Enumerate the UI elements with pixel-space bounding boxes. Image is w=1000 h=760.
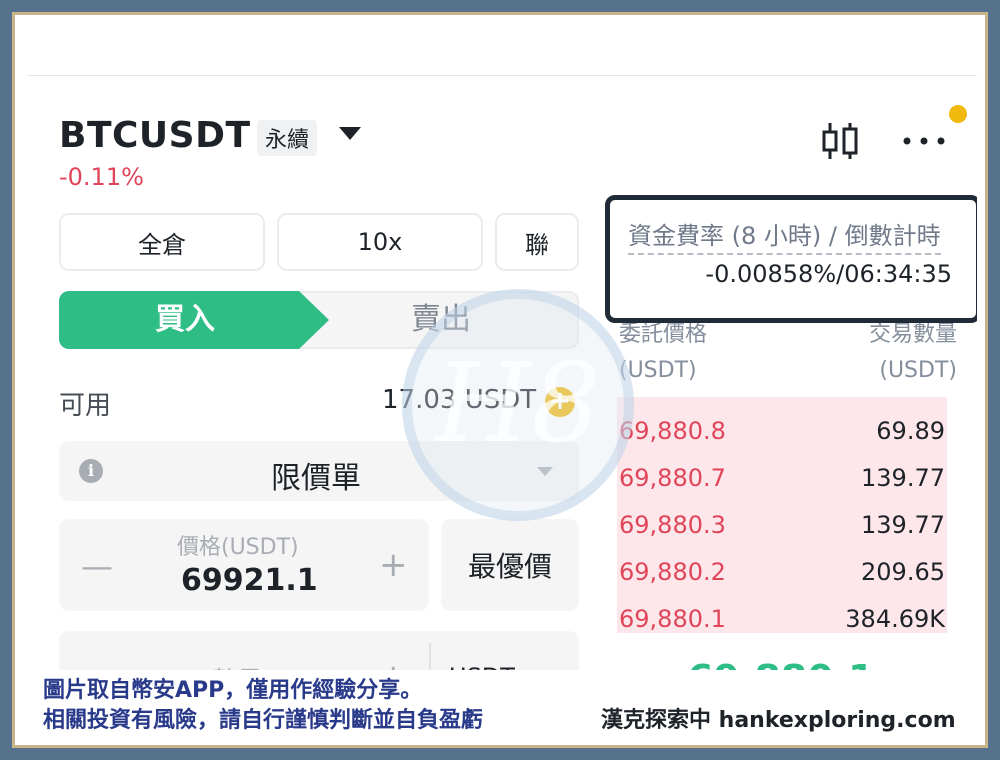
orderbook-price-header: 委託價格 (USDT) bbox=[619, 317, 707, 389]
more-icon[interactable] bbox=[899, 131, 949, 151]
margin-mode-button[interactable]: 全倉 bbox=[59, 213, 265, 271]
top-divider bbox=[27, 75, 977, 76]
caption-disclaimer-1: 圖片取自幣安APP，僅用作經驗分享。 bbox=[43, 678, 423, 703]
ask-price: 69,880.2 bbox=[619, 558, 726, 586]
caption-brand: 漢克探索中 hankexploring.com bbox=[601, 708, 956, 733]
chevron-down-icon[interactable] bbox=[339, 127, 361, 140]
ask-price: 69,880.8 bbox=[619, 417, 726, 445]
ask-qty: 139.77 bbox=[861, 464, 945, 492]
ask-row[interactable]: 69,880.8 69.89 bbox=[617, 409, 947, 453]
ask-qty: 209.65 bbox=[861, 558, 945, 586]
orderbook-qty-unit: (USDT) bbox=[879, 358, 957, 383]
plus-icon[interactable]: + bbox=[379, 545, 408, 585]
notification-dot bbox=[949, 105, 967, 123]
watermark-logo: H8 bbox=[402, 289, 634, 521]
leverage-button[interactable]: 10x bbox=[277, 213, 483, 271]
ask-row[interactable]: 69,880.1 384.69K bbox=[617, 597, 947, 641]
orderbook-qty-header: 交易數量 (USDT) bbox=[817, 317, 957, 389]
info-icon[interactable]: i bbox=[79, 459, 103, 483]
ask-qty: 139.77 bbox=[861, 511, 945, 539]
ask-row[interactable]: 69,880.7 139.77 bbox=[617, 456, 947, 500]
symbol-title[interactable]: BTCUSDT bbox=[59, 115, 251, 156]
watermark-text: H8 bbox=[435, 339, 601, 467]
ask-qty: 69.89 bbox=[876, 417, 945, 445]
candlestick-icon[interactable] bbox=[820, 121, 860, 161]
price-change: -0.11% bbox=[59, 163, 144, 191]
buy-tab-label: 買入 bbox=[155, 302, 215, 337]
funding-rate-label[interactable]: 資金費率 (8 小時) / 倒數計時 bbox=[628, 216, 941, 255]
price-input-label: 價格(USDT) bbox=[177, 535, 299, 560]
buy-tab[interactable]: 買入 bbox=[59, 291, 329, 349]
app-screen: BTCUSDT 永續 -0.11% 全倉 10x 聯 賣出 買入 可用 17.0… bbox=[27, 27, 977, 737]
price-input-value[interactable]: 69921.1 bbox=[181, 563, 318, 598]
order-type-value: 限價單 bbox=[271, 461, 361, 496]
caption-disclaimer-2: 相關投資有風險，請自行謹慎判斷並自負盈虧 bbox=[43, 708, 484, 733]
caption-bar: 圖片取自幣安APP，僅用作經驗分享。 相關投資有風險，請自行謹慎判斷並自負盈虧 … bbox=[15, 670, 985, 736]
funding-rate-panel: 資金費率 (8 小時) / 倒數計時 -0.00858%/06:34:35 bbox=[605, 195, 977, 323]
ask-price: 69,880.7 bbox=[619, 464, 726, 492]
best-price-button[interactable]: 最優價 bbox=[441, 519, 579, 611]
available-label: 可用 bbox=[59, 391, 112, 421]
ask-row[interactable]: 69,880.3 139.77 bbox=[617, 503, 947, 547]
photo-frame: BTCUSDT 永續 -0.11% 全倉 10x 聯 賣出 買入 可用 17.0… bbox=[12, 12, 988, 748]
contract-type-badge: 永續 bbox=[257, 120, 318, 156]
minus-icon[interactable]: — bbox=[81, 547, 113, 585]
ask-price: 69,880.1 bbox=[619, 605, 726, 633]
ask-qty: 384.69K bbox=[845, 605, 945, 633]
ask-row[interactable]: 69,880.2 209.65 bbox=[617, 550, 947, 594]
ask-price: 69,880.3 bbox=[619, 511, 726, 539]
position-mode-button[interactable]: 聯 bbox=[495, 213, 579, 271]
price-input[interactable]: — 價格(USDT) 69921.1 + bbox=[59, 519, 429, 611]
funding-rate-value: -0.00858%/06:34:35 bbox=[705, 260, 952, 288]
